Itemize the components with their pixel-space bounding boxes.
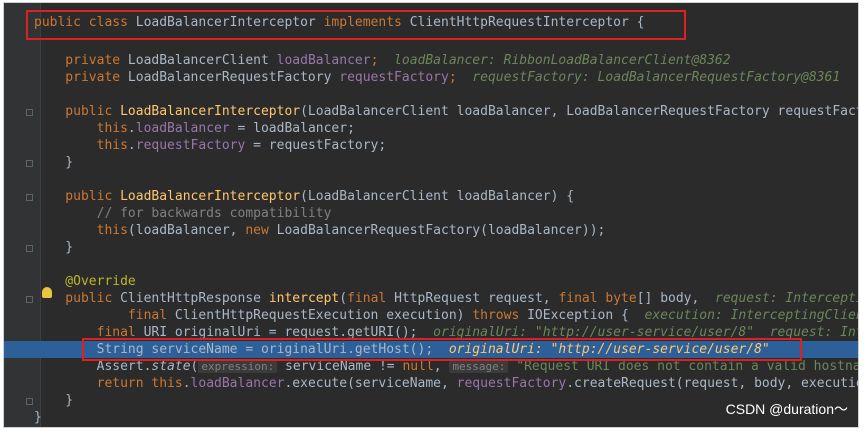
code-line: final ClientHttpRequestExecution executi… — [4, 307, 858, 324]
code-line: this(loadBalancer, new LoadBalancerReque… — [34, 223, 606, 238]
debug-value: requestFactory: LoadBalancerRequestFacto… — [456, 70, 841, 85]
code-line: this.loadBalancer = loadBalancer; — [34, 121, 355, 136]
debug-value: request: InterceptingClientHttpRequest@8… — [714, 291, 858, 306]
code-line: private LoadBalancerClient loadBalancer;… — [34, 53, 731, 68]
highlight-box-class-declaration — [26, 10, 686, 40]
debug-value: execution: InterceptingClientHttpRequest… — [644, 308, 859, 323]
code-line: return this.loadBalancer.execute(service… — [34, 376, 858, 391]
watermark: CSDN @duration～ — [725, 401, 848, 417]
code-line: } — [34, 240, 74, 255]
code-line: this.requestFactory = requestFactory; — [34, 138, 387, 153]
code-line: public ClientHttpResponse intercept(fina… — [4, 290, 858, 307]
param-hint: message: — [449, 360, 509, 373]
code-line: // for backwards compatibility — [34, 206, 332, 221]
debug-value: loadBalancer: RibbonLoadBalancerClient@8… — [378, 53, 731, 68]
code-line: private LoadBalancerRequestFactory reque… — [34, 70, 841, 85]
highlight-box-service-name — [82, 338, 802, 361]
param-hint: expression: — [198, 360, 278, 373]
code-editor[interactable]: public class LoadBalancerInterceptor imp… — [4, 3, 858, 427]
code-line: @Override — [34, 274, 136, 289]
code-line: public LoadBalancerInterceptor(LoadBalan… — [34, 104, 858, 119]
code-line: public LoadBalancerInterceptor(LoadBalan… — [34, 189, 575, 204]
code-content[interactable]: public class LoadBalancerInterceptor imp… — [4, 3, 858, 427]
code-line: } — [34, 155, 74, 170]
